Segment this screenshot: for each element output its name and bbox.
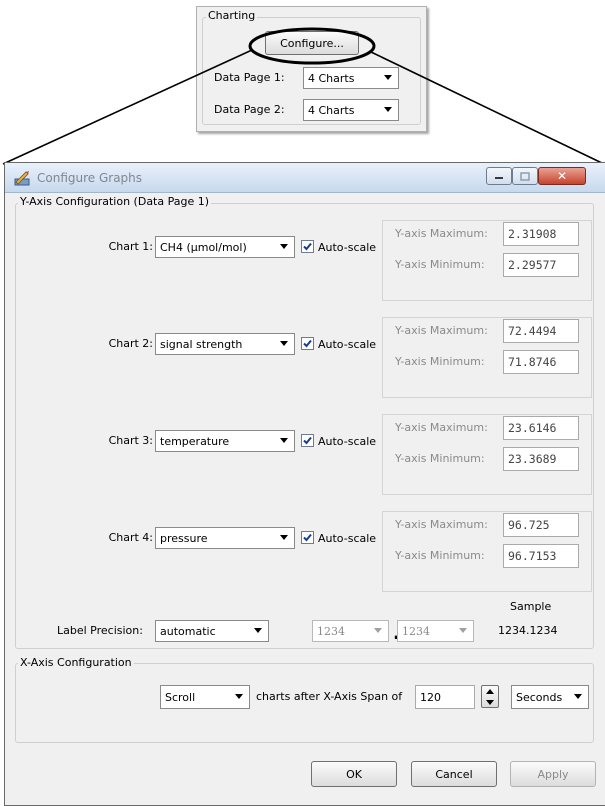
checkmark-icon bbox=[303, 242, 312, 251]
chart-2-autoscale-checkbox[interactable] bbox=[301, 337, 314, 350]
app-icon bbox=[14, 171, 30, 186]
callout-line-right bbox=[370, 51, 605, 165]
precision-label: Label Precision: bbox=[57, 624, 143, 637]
dropdown-arrow-icon bbox=[574, 694, 582, 699]
spin-up-icon bbox=[486, 688, 494, 694]
checkmark-icon bbox=[303, 339, 312, 348]
chart-4-min-input[interactable]: 96.7153 bbox=[503, 544, 579, 568]
chart-4-label: Chart 4: bbox=[108, 531, 153, 544]
chart-3-label: Chart 3: bbox=[108, 434, 153, 447]
dropdown-arrow-icon bbox=[280, 438, 288, 443]
minimize-button[interactable] bbox=[486, 167, 512, 185]
chart-3-min-label: Y-axis Minimum: bbox=[395, 452, 485, 465]
dropdown-arrow-icon bbox=[254, 628, 262, 633]
precision-frac-digits-select[interactable]: 1234 bbox=[397, 620, 474, 642]
chart-2-max-input[interactable]: 72.4494 bbox=[503, 319, 579, 343]
precision-int-digits-value: 1234 bbox=[317, 624, 345, 638]
chart-1-min-input[interactable]: 2.29577 bbox=[503, 253, 579, 277]
dropdown-arrow-icon bbox=[374, 628, 382, 633]
dialog-title: Configure Graphs bbox=[37, 171, 143, 185]
xaxis-mode-value: Scroll bbox=[165, 690, 196, 704]
close-icon: ✕ bbox=[556, 169, 568, 183]
precision-mode-select[interactable]: automatic bbox=[155, 620, 269, 642]
chart-4-max-input[interactable]: 96.725 bbox=[503, 513, 579, 537]
dropdown-arrow-icon bbox=[235, 694, 243, 699]
chart-4-max-label: Y-axis Maximum: bbox=[395, 518, 488, 531]
close-button[interactable]: ✕ bbox=[538, 167, 586, 185]
chart-2-label: Chart 2: bbox=[108, 337, 153, 350]
sample-label: Sample bbox=[510, 600, 552, 613]
chart-1-min-label: Y-axis Minimum: bbox=[395, 258, 485, 271]
chart-1-channel-select[interactable]: CH4 (µmol/mol) bbox=[155, 236, 295, 258]
xaxis-span-input[interactable]: 120 bbox=[415, 685, 475, 709]
spin-down-button[interactable] bbox=[482, 697, 498, 707]
chart-2-max-label: Y-axis Maximum: bbox=[395, 324, 488, 337]
xaxis-config-group bbox=[15, 663, 594, 743]
checkmark-icon bbox=[303, 436, 312, 445]
xaxis-span-spinner[interactable] bbox=[481, 685, 499, 708]
precision-mode-value: automatic bbox=[160, 624, 216, 638]
chart-3-channel-select[interactable]: temperature bbox=[155, 430, 295, 452]
chart-3-max-label: Y-axis Maximum: bbox=[395, 421, 488, 434]
chart-4-channel-value: pressure bbox=[160, 531, 208, 545]
dropdown-arrow-icon bbox=[280, 341, 288, 346]
checkmark-icon bbox=[303, 533, 312, 542]
chart-1-autoscale-checkbox[interactable] bbox=[301, 240, 314, 253]
chart-2-min-label: Y-axis Minimum: bbox=[395, 355, 485, 368]
minimize-icon bbox=[495, 177, 503, 179]
configure-graphs-dialog: Configure Graphs ✕ Y-Axis Configuration … bbox=[4, 162, 605, 806]
spin-up-button[interactable] bbox=[482, 686, 498, 696]
chart-4-autoscale-checkbox[interactable] bbox=[301, 531, 314, 544]
yaxis-group-title: Y-Axis Configuration (Data Page 1) bbox=[18, 195, 212, 208]
chart-3-max-input[interactable]: 23.6146 bbox=[503, 416, 579, 440]
chart-2-channel-select[interactable]: signal strength bbox=[155, 333, 295, 355]
chart-1-channel-value: CH4 (µmol/mol) bbox=[160, 240, 247, 254]
xaxis-unit-value: Seconds bbox=[516, 690, 563, 704]
chart-2-channel-value: signal strength bbox=[160, 337, 243, 351]
apply-button[interactable]: Apply bbox=[510, 761, 596, 787]
dropdown-arrow-icon bbox=[459, 628, 467, 633]
spin-down-icon bbox=[486, 699, 494, 705]
chart-4-autoscale-label: Auto-scale bbox=[318, 532, 377, 545]
dropdown-arrow-icon bbox=[280, 244, 288, 249]
chart-1-max-input[interactable]: 2.31908 bbox=[503, 222, 579, 246]
chart-2-min-input[interactable]: 71.8746 bbox=[503, 350, 579, 374]
sample-value: 1234.1234 bbox=[498, 624, 558, 637]
chart-1-autoscale-label: Auto-scale bbox=[318, 241, 377, 254]
chart-4-min-label: Y-axis Minimum: bbox=[395, 549, 485, 562]
highlight-ellipse bbox=[248, 27, 376, 65]
chart-4-channel-select[interactable]: pressure bbox=[155, 527, 295, 549]
chart-1-label: Chart 1: bbox=[108, 240, 153, 253]
callout-line-left bbox=[2, 49, 253, 165]
xaxis-mode-select[interactable]: Scroll bbox=[160, 685, 250, 709]
precision-frac-digits-value: 1234 bbox=[402, 624, 430, 638]
maximize-button[interactable] bbox=[512, 167, 538, 185]
chart-1-max-label: Y-axis Maximum: bbox=[395, 227, 488, 240]
chart-2-autoscale-label: Auto-scale bbox=[318, 338, 377, 351]
xaxis-unit-select[interactable]: Seconds bbox=[511, 685, 589, 709]
chart-3-autoscale-checkbox[interactable] bbox=[301, 434, 314, 447]
cancel-button[interactable]: Cancel bbox=[411, 761, 497, 787]
precision-int-digits-select[interactable]: 1234 bbox=[312, 620, 389, 642]
chart-3-min-input[interactable]: 23.3689 bbox=[503, 447, 579, 471]
maximize-icon bbox=[520, 171, 530, 181]
dropdown-arrow-icon bbox=[280, 535, 288, 540]
chart-3-channel-value: temperature bbox=[160, 434, 230, 448]
xaxis-group-title: X-Axis Configuration bbox=[18, 656, 134, 669]
xaxis-span-text: charts after X-Axis Span of bbox=[256, 690, 403, 703]
ok-button[interactable]: OK bbox=[311, 761, 397, 787]
chart-3-autoscale-label: Auto-scale bbox=[318, 435, 377, 448]
